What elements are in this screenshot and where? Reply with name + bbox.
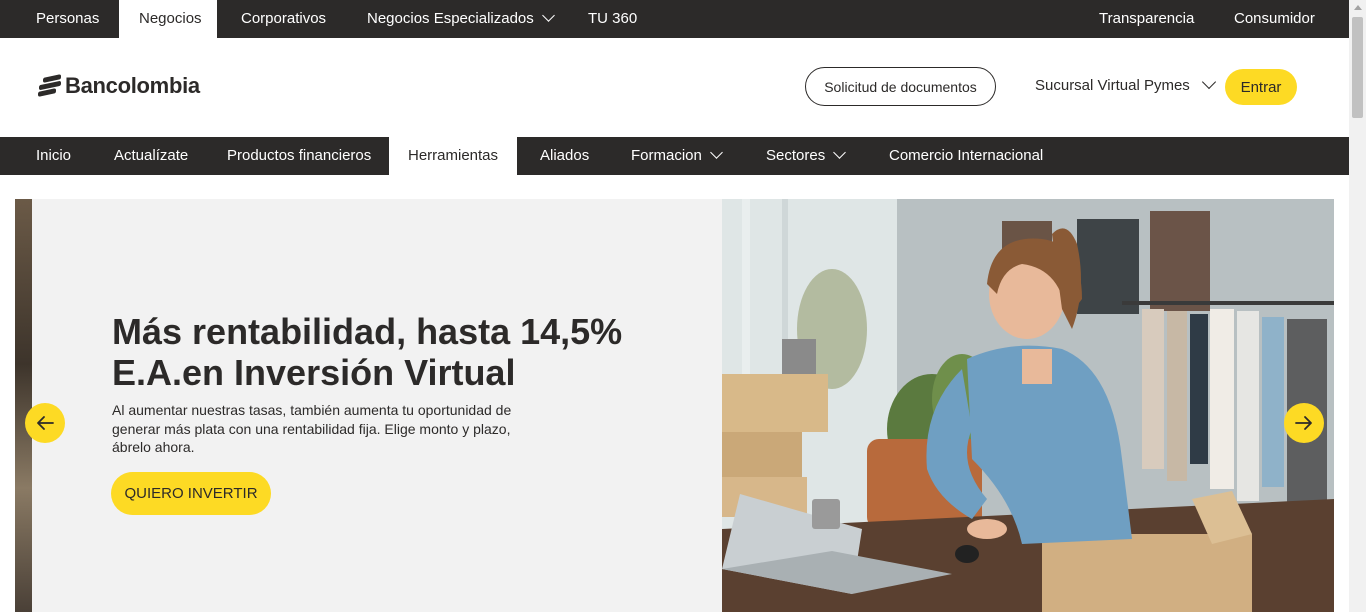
previous-slide-peek [15,199,32,612]
nav-item-herramientas[interactable]: Herramientas [389,137,517,175]
nav-item-sectores[interactable]: Sectores [766,137,847,175]
nav-item-comercio-internacional[interactable]: Comercio Internacional [889,137,1043,175]
hero-description: Al aumentar nuestras tasas, también aume… [112,402,512,455]
solicitud-documentos-button[interactable]: Solicitud de documentos [805,67,996,106]
sucursal-label: Sucursal Virtual Pymes [1035,77,1190,94]
link-label: Transparencia [1099,10,1195,27]
scrollbar-thumb[interactable] [1352,17,1363,118]
top-bar: Personas Negocios Corporativos Negocios … [0,0,1349,38]
hero-title-line: E.A.en Inversión Virtual [112,352,516,393]
quiero-invertir-button[interactable]: QUIERO INVERTIR [111,472,271,515]
nav-label: Formacion [631,147,702,164]
nav-label: Comercio Internacional [889,147,1044,164]
tab-corporativos[interactable]: Corporativos [221,0,346,38]
tab-negocios[interactable]: Negocios [119,0,217,38]
nav-item-actualizate[interactable]: Actualízate [114,137,188,175]
tab-label: Personas [36,10,100,27]
entrar-button[interactable]: Entrar [1225,69,1297,105]
link-consumidor[interactable]: Consumidor [1214,0,1335,38]
tab-personas[interactable]: Personas [16,0,119,38]
chevron-down-icon [1201,74,1216,90]
main-nav: Inicio Actualízate Productos financieros… [0,137,1349,175]
tab-label: Negocios Especializados [367,10,534,27]
hero-title-line: Más rentabilidad, hasta 14,5% [112,311,623,352]
link-label: Consumidor [1234,10,1315,27]
nav-label: Sectores [766,147,826,164]
nav-label: Productos financieros [227,147,372,164]
tab-negocios-especializados[interactable]: Negocios Especializados [347,0,573,38]
nav-item-inicio[interactable]: Inicio [36,137,71,175]
nav-label: Aliados [540,147,590,164]
arrow-left-icon [37,416,54,430]
arrow-right-icon [1295,416,1312,430]
nav-item-formacion[interactable]: Formacion [631,137,723,175]
bancolombia-logo[interactable]: Bancolombia [38,73,200,99]
tab-label: TU 360 [588,10,638,27]
nav-label: Herramientas [407,147,499,164]
header: Bancolombia Solicitud de documentos Sucu… [0,38,1349,137]
tab-tu-360[interactable]: TU 360 [568,0,657,38]
carousel-next-button[interactable] [1284,403,1324,443]
logo-text: Bancolombia [65,73,200,98]
link-transparencia[interactable]: Transparencia [1079,0,1214,38]
tab-label: Corporativos [241,10,327,27]
scroll-up-arrow-icon[interactable] [1354,5,1362,10]
hero-image [722,199,1334,612]
page-scrollbar[interactable] [1349,0,1366,612]
nav-label: Inicio [36,147,72,164]
nav-item-aliados[interactable]: Aliados [540,137,589,175]
chevron-down-icon [833,146,847,159]
tab-label: Negocios [139,10,202,27]
chevron-down-icon [541,9,555,22]
hero-carousel: Más rentabilidad, hasta 14,5% E.A.en Inv… [15,199,1334,612]
nav-item-productos-financieros[interactable]: Productos financieros [227,137,371,175]
sucursal-virtual-dropdown[interactable]: Sucursal Virtual Pymes [1035,74,1216,94]
hero-title: Más rentabilidad, hasta 14,5% E.A.en Inv… [112,311,652,393]
carousel-prev-button[interactable] [25,403,65,443]
woman-working-laptop-illustration [722,199,1334,612]
logo-mark-icon [38,74,62,97]
nav-label: Actualízate [114,147,189,164]
chevron-down-icon [709,146,723,159]
